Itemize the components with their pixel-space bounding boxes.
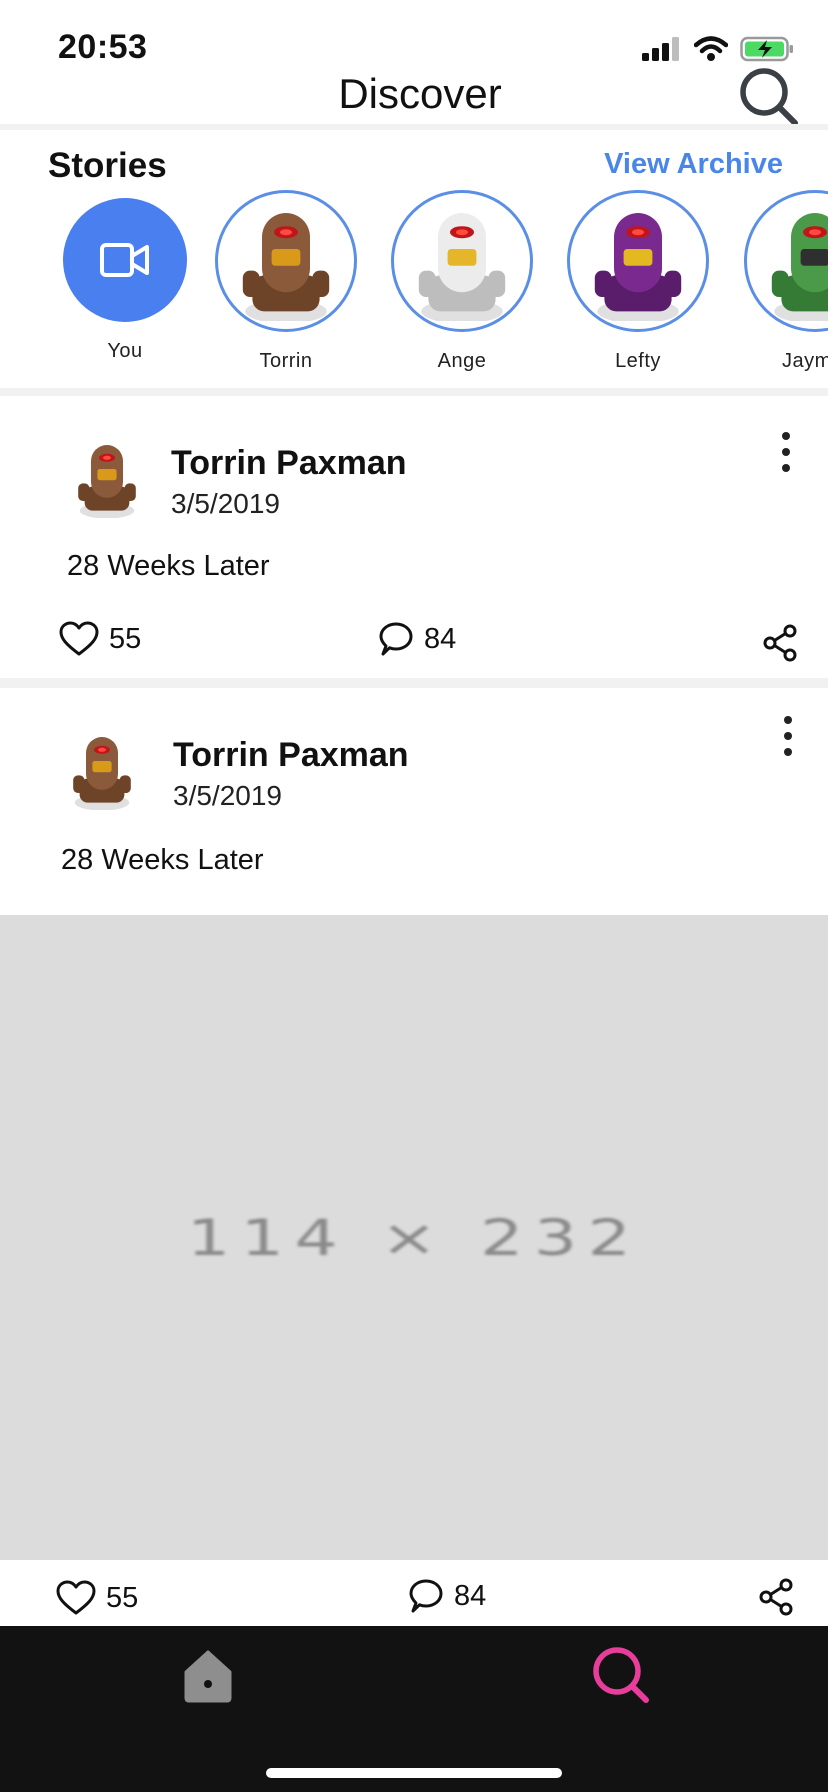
heart-icon xyxy=(59,621,99,656)
stories-title: Stories xyxy=(48,146,167,185)
share-button[interactable] xyxy=(762,624,798,662)
story-ring[interactable] xyxy=(391,190,533,332)
battery-charging-icon xyxy=(740,36,793,62)
purple-robot-avatar xyxy=(594,213,682,321)
story-name: You xyxy=(107,340,143,362)
tab-home[interactable] xyxy=(178,1646,238,1706)
story-name: Jaym xyxy=(782,350,828,372)
comment-button[interactable]: 84 xyxy=(408,1578,486,1614)
video-camera-icon xyxy=(100,243,149,277)
white-robot-avatar xyxy=(418,213,506,321)
post-card: Torrin Paxman 3/5/2019 28 Weeks Later 55… xyxy=(0,396,828,678)
heart-icon xyxy=(56,1580,96,1615)
more-options-icon[interactable] xyxy=(776,714,800,758)
author-avatar[interactable] xyxy=(62,728,142,810)
home-indicator xyxy=(266,1768,562,1778)
story-ring[interactable] xyxy=(567,190,709,332)
tab-discover[interactable] xyxy=(590,1644,652,1706)
page-title: Discover xyxy=(338,70,502,117)
home-icon xyxy=(184,1650,232,1703)
post-text: 28 Weeks Later xyxy=(67,550,270,582)
story-name: Ange xyxy=(437,350,487,372)
story-ring[interactable] xyxy=(215,190,357,332)
story-name: Lefty xyxy=(615,350,661,372)
status-time: 20:53 xyxy=(58,28,148,66)
post-date: 3/5/2019 xyxy=(171,488,280,519)
story-you-button[interactable] xyxy=(63,198,187,322)
more-options-icon[interactable] xyxy=(774,430,798,474)
share-button[interactable] xyxy=(758,1578,794,1616)
comment-count: 84 xyxy=(424,622,457,655)
like-count: 55 xyxy=(109,622,142,655)
like-button[interactable]: 55 xyxy=(56,1580,138,1616)
comment-bubble-icon xyxy=(409,1579,443,1613)
view-archive-link[interactable]: View Archive xyxy=(604,148,783,181)
comment-count: 84 xyxy=(454,1579,487,1612)
cellular-signal-icon xyxy=(642,37,679,61)
tab-bar xyxy=(0,1626,828,1792)
story-ange[interactable]: Ange xyxy=(387,190,537,373)
status-icons xyxy=(642,36,794,62)
story-ring[interactable] xyxy=(744,190,828,332)
post-image-placeholder[interactable]: 114 × 232 xyxy=(0,915,828,1560)
green-robot-avatar xyxy=(771,213,828,321)
search-icon xyxy=(593,1647,649,1703)
story-jaym[interactable]: Jaym xyxy=(737,190,828,373)
comment-button[interactable]: 84 xyxy=(378,621,456,657)
stories-divider xyxy=(0,388,828,396)
wifi-icon xyxy=(694,36,728,61)
post-author[interactable]: Torrin Paxman xyxy=(171,444,407,483)
post-date: 3/5/2019 xyxy=(173,780,282,811)
story-lefty[interactable]: Lefty xyxy=(563,190,713,373)
post-author[interactable]: Torrin Paxman xyxy=(173,736,409,775)
author-avatar[interactable] xyxy=(67,436,147,518)
image-size-label: 114 × 232 xyxy=(186,1208,642,1267)
story-torrin[interactable]: Torrin xyxy=(211,190,361,373)
header-divider xyxy=(0,124,828,130)
share-icon xyxy=(763,624,797,662)
comment-bubble-icon xyxy=(379,622,413,656)
search-icon xyxy=(740,68,798,126)
like-button[interactable]: 55 xyxy=(59,621,141,657)
share-icon xyxy=(759,1578,793,1616)
post-divider xyxy=(0,678,828,688)
story-you[interactable]: You xyxy=(50,190,200,363)
brown-robot-avatar xyxy=(242,213,330,321)
like-count: 55 xyxy=(106,1581,139,1614)
story-name: Torrin xyxy=(259,350,313,372)
search-button[interactable] xyxy=(738,66,800,128)
post-text: 28 Weeks Later xyxy=(61,844,264,876)
